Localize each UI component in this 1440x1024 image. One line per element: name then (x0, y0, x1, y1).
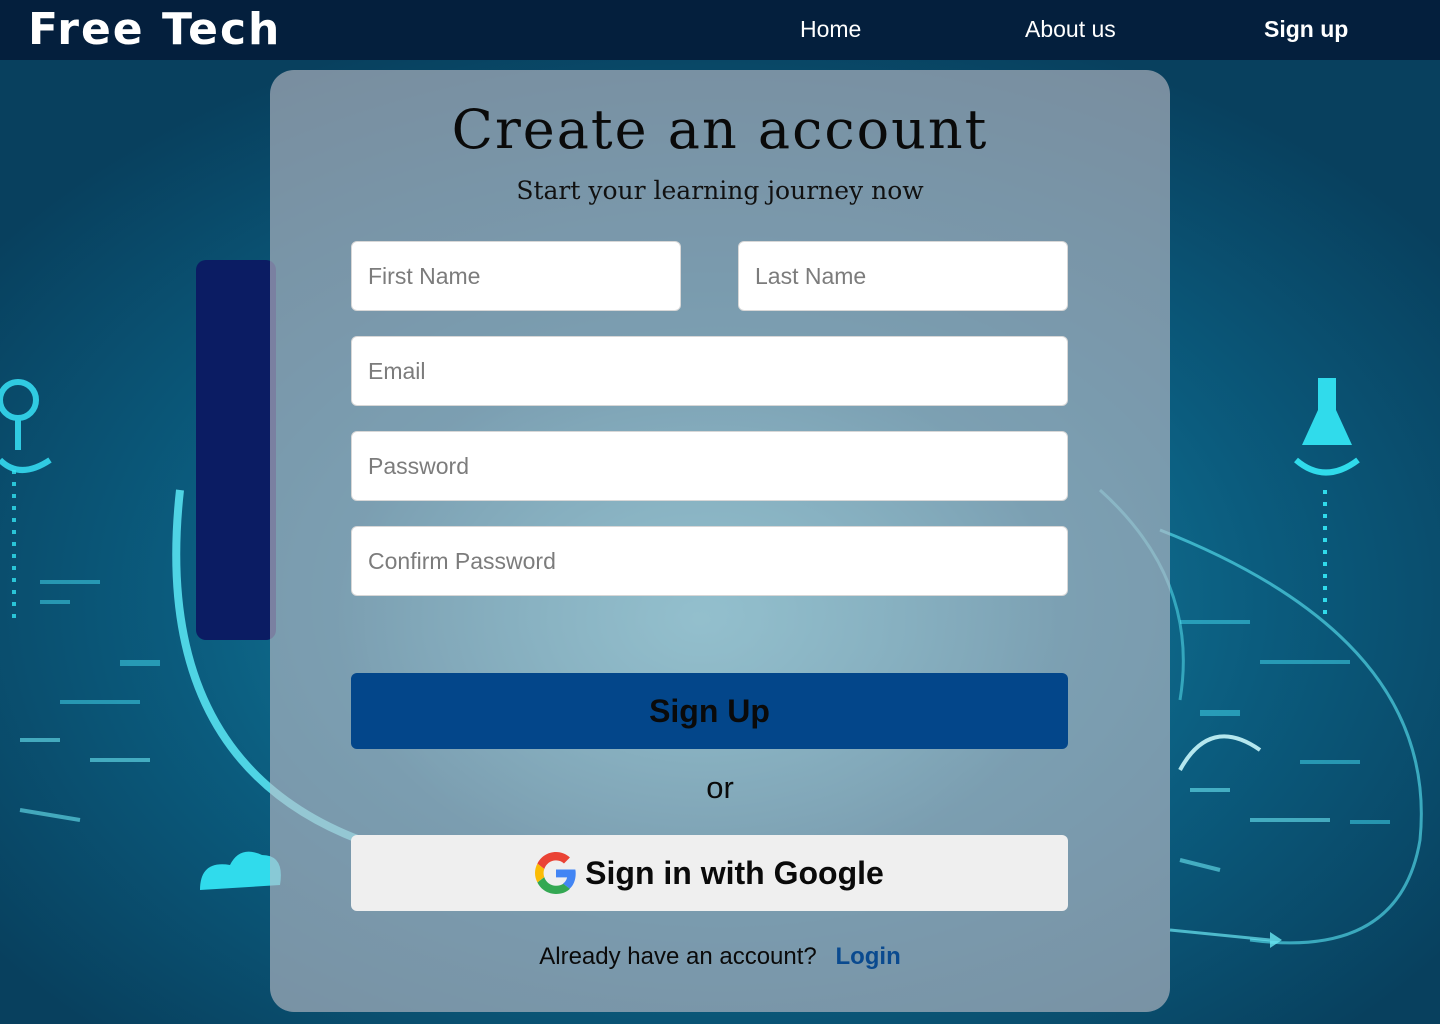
last-name-input[interactable] (738, 241, 1068, 311)
login-link[interactable]: Login (835, 943, 900, 970)
page-title: Create an account (451, 98, 989, 161)
sign-up-button[interactable]: Sign Up (351, 673, 1068, 749)
login-prompt: Already have an account? Login (270, 943, 1170, 971)
login-prompt-text: Already have an account? (539, 943, 817, 970)
password-input[interactable] (351, 431, 1068, 501)
nav-about-link[interactable]: About us (1025, 16, 1116, 43)
google-g-icon (535, 852, 576, 894)
nav-signup-link[interactable]: Sign up (1264, 16, 1348, 43)
signup-card: Create an account Start your learning jo… (270, 70, 1170, 1012)
email-input[interactable] (351, 336, 1068, 406)
nav-home-link[interactable]: Home (800, 16, 861, 43)
top-navbar: Free Tech Home About us Sign up (0, 0, 1440, 60)
google-sign-in-label: Sign in with Google (585, 854, 884, 891)
google-sign-in-button[interactable]: Sign in with Google (351, 835, 1068, 911)
or-divider-label: or (706, 770, 734, 805)
first-name-input[interactable] (351, 241, 681, 311)
site-logo[interactable]: Free Tech (28, 4, 281, 55)
page-subtitle: Start your learning journey now (516, 176, 924, 205)
confirm-password-input[interactable] (351, 526, 1068, 596)
